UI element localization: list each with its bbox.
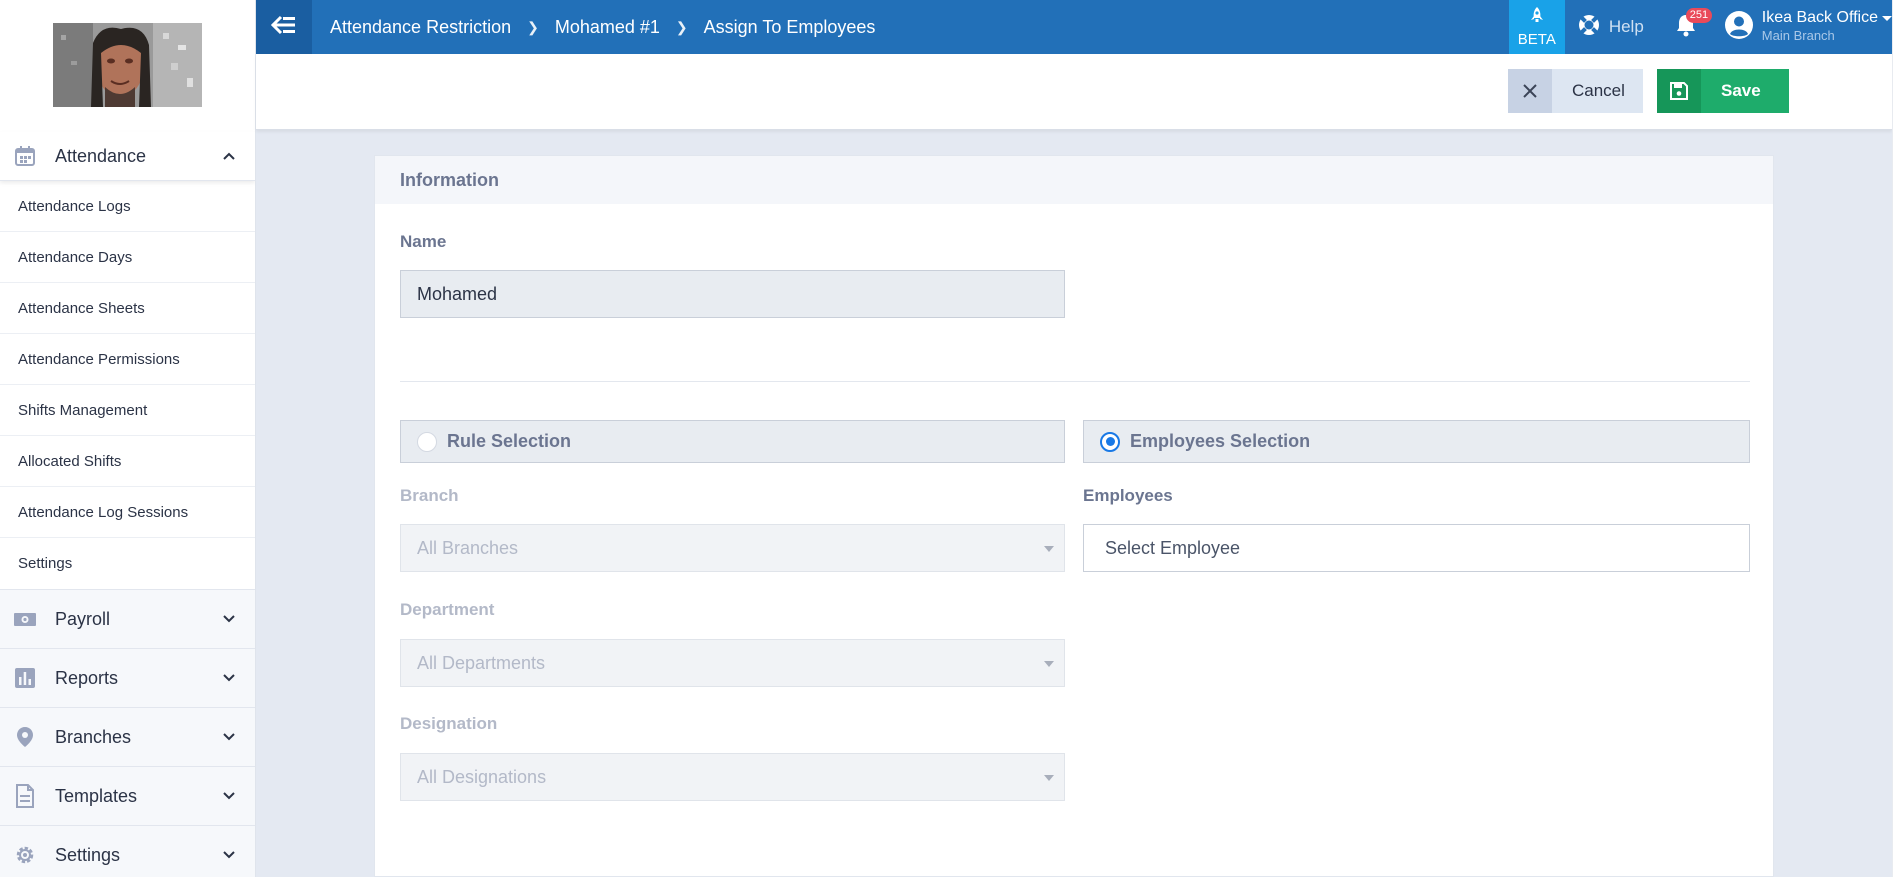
attendance-submenu: Attendance Logs Attendance Days Attendan… — [0, 181, 255, 590]
cancel-label: Cancel — [1572, 81, 1625, 100]
logo-area — [0, 0, 255, 132]
sidebar-item-attendance-logs[interactable]: Attendance Logs — [0, 181, 255, 232]
chevron-down-icon — [221, 670, 237, 686]
sidebar-section-settings[interactable]: Settings — [0, 826, 255, 877]
employees-selection-option[interactable]: Employees Selection — [1083, 420, 1750, 463]
chevron-down-icon — [221, 729, 237, 745]
chevron-right-icon: ❯ — [527, 18, 539, 35]
sidebar-section-label: Templates — [55, 785, 138, 806]
breadcrumb-current: Assign To Employees — [703, 16, 876, 37]
sidebar-item-attendance-days[interactable]: Attendance Days — [0, 232, 255, 283]
breadcrumb-item[interactable]: Attendance Restriction — [330, 17, 511, 38]
chevron-up-icon — [221, 148, 237, 164]
account-name: Ikea Back Office — [1761, 9, 1878, 26]
gear-icon — [12, 842, 38, 868]
caret-down-icon — [1044, 775, 1054, 781]
lifebuoy-icon — [1577, 13, 1601, 42]
beta-button[interactable]: BETA — [1508, 0, 1565, 54]
section-title: Information — [375, 156, 1773, 204]
sidebar: Attendance Attendance Logs Attendance Da… — [0, 0, 256, 877]
bar-chart-icon — [12, 665, 38, 691]
save-label: Save — [1721, 81, 1761, 100]
sidebar-section-reports[interactable]: Reports — [0, 649, 255, 708]
caret-down-icon — [1044, 661, 1054, 667]
sidebar-section-attendance[interactable]: Attendance — [0, 132, 255, 181]
branch-label: Branch — [400, 486, 459, 505]
user-avatar-icon — [1724, 10, 1754, 45]
breadcrumb-item[interactable]: Mohamed #1 — [555, 17, 660, 38]
sidebar-item-allocated-shifts[interactable]: Allocated Shifts — [0, 436, 255, 487]
employees-select[interactable]: Select Employee — [1083, 524, 1750, 572]
rule-selection-label: Rule Selection — [447, 431, 572, 451]
map-pin-icon — [12, 724, 38, 750]
notifications-button[interactable]: 251 — [1672, 8, 1713, 42]
sidebar-section-label: Attendance — [55, 145, 147, 166]
top-bar: Attendance Restriction ❯ Mohamed #1 ❯ As… — [256, 0, 1892, 54]
money-icon — [12, 606, 38, 632]
sidebar-item-shifts-management[interactable]: Shifts Management — [0, 385, 255, 436]
close-icon — [1508, 69, 1552, 113]
department-select-value: All Departments — [417, 652, 546, 673]
sidebar-item-attendance-settings[interactable]: Settings — [0, 538, 255, 589]
chevron-right-icon: ❯ — [675, 18, 688, 35]
sidebar-item-attendance-permissions[interactable]: Attendance Permissions — [0, 334, 255, 385]
designation-select[interactable]: All Designations — [400, 753, 1065, 801]
menu-toggle-button[interactable] — [256, 0, 312, 54]
sidebar-section-label: Payroll — [55, 608, 111, 629]
profile-image — [53, 23, 202, 107]
help-label: Help — [1608, 17, 1644, 36]
designation-select-value: All Designations — [417, 766, 547, 787]
designation-label: Designation — [400, 714, 498, 733]
chevron-down-icon — [221, 847, 237, 863]
sidebar-section-payroll[interactable]: Payroll — [0, 590, 255, 649]
action-bar: Cancel Save — [256, 54, 1892, 130]
beta-label: BETA — [1517, 31, 1556, 48]
rule-selection-radio[interactable] — [417, 431, 437, 452]
department-label: Department — [400, 600, 495, 619]
cancel-button[interactable]: Cancel — [1508, 69, 1643, 113]
calendar-icon — [12, 143, 38, 169]
floppy-disk-icon — [1657, 69, 1701, 113]
account-menu[interactable]: Ikea Back Office Main Branch — [1724, 9, 1892, 45]
branch-select[interactable]: All Branches — [400, 524, 1065, 572]
sidebar-section-label: Reports — [55, 667, 119, 688]
sidebar-section-label: Settings — [55, 844, 121, 865]
notification-badge: 251 — [1685, 8, 1713, 23]
account-branch: Main Branch — [1761, 28, 1835, 43]
chevron-down-icon — [221, 788, 237, 804]
sidebar-item-attendance-log-sessions[interactable]: Attendance Log Sessions — [0, 487, 255, 538]
rule-selection-option[interactable]: Rule Selection — [400, 420, 1065, 463]
employees-selection-label: Employees Selection — [1130, 431, 1311, 451]
page-scrollbar[interactable] — [1892, 0, 1902, 877]
employees-select-placeholder: Select Employee — [1105, 537, 1241, 558]
branch-select-value: All Branches — [417, 537, 519, 558]
arrow-left-menu-icon — [270, 15, 297, 40]
breadcrumb: Attendance Restriction ❯ Mohamed #1 ❯ As… — [312, 17, 1509, 38]
document-icon — [12, 783, 38, 809]
sidebar-section-label: Branches — [55, 726, 132, 747]
department-select[interactable]: All Departments — [400, 639, 1065, 687]
employees-label: Employees — [1083, 486, 1173, 505]
name-field[interactable]: Mohamed — [400, 270, 1065, 318]
help-button[interactable]: Help — [1577, 13, 1644, 42]
chevron-down-icon — [221, 611, 237, 627]
sidebar-section-branches[interactable]: Branches — [0, 708, 255, 767]
information-card: Information Name Mohamed Rule Selection … — [374, 155, 1774, 877]
caret-down-icon — [1882, 15, 1892, 21]
rocket-icon — [1530, 6, 1544, 28]
save-button[interactable]: Save — [1657, 69, 1789, 113]
employees-selection-radio[interactable] — [1100, 431, 1120, 452]
caret-down-icon — [1044, 546, 1054, 552]
sidebar-section-templates[interactable]: Templates — [0, 767, 255, 826]
name-label: Name — [400, 232, 447, 251]
sidebar-item-attendance-sheets[interactable]: Attendance Sheets — [0, 283, 255, 334]
divider — [400, 381, 1750, 382]
